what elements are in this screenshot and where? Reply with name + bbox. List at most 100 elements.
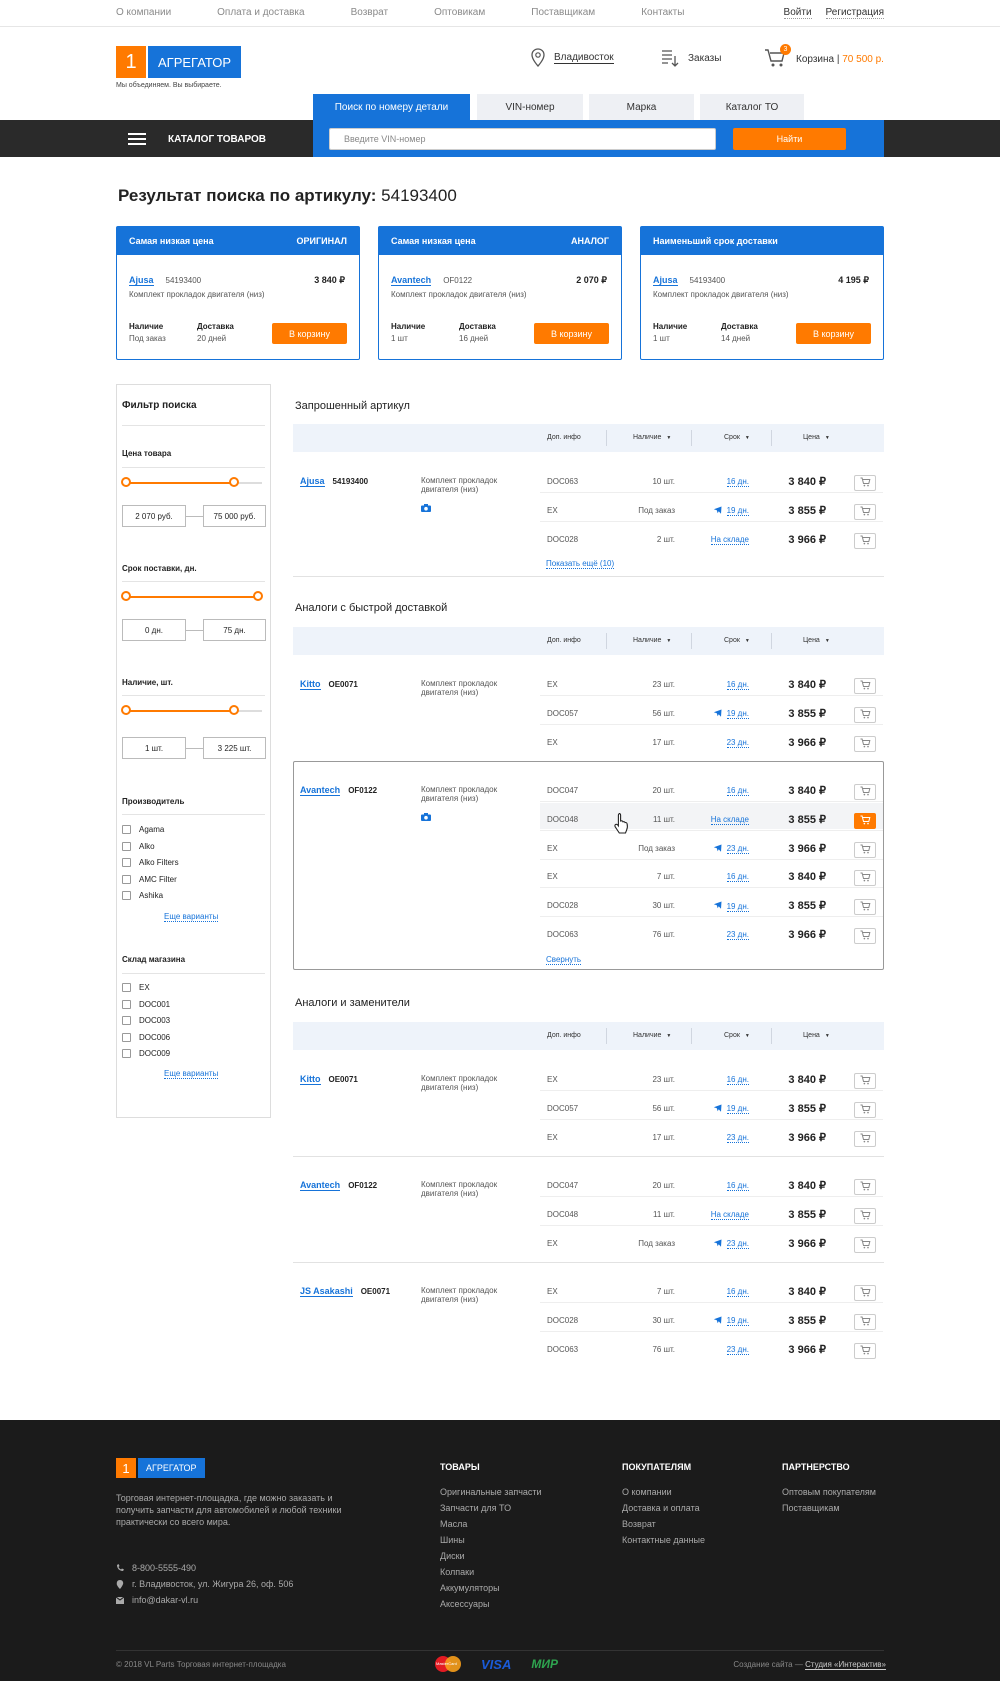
add-to-cart-icon-button[interactable] — [854, 1101, 876, 1118]
column-stock[interactable]: Наличие ▼ — [633, 434, 671, 441]
price-slider-min-handle[interactable] — [121, 477, 131, 487]
stock-to-input[interactable]: 3 225 шт. — [203, 737, 266, 759]
brand-link[interactable]: Avantech — [300, 785, 341, 796]
checkbox[interactable] — [122, 1032, 131, 1042]
add-to-cart-icon-button[interactable] — [854, 1207, 876, 1224]
add-to-cart-icon-button[interactable] — [854, 1073, 876, 1089]
checkbox[interactable] — [122, 891, 131, 900]
add-to-cart-icon-button[interactable] — [854, 784, 876, 800]
makers-more-link[interactable]: Еще варианты — [164, 912, 219, 922]
add-to-cart-icon-button[interactable] — [854, 841, 876, 858]
term-slider-min-handle[interactable] — [121, 591, 131, 601]
add-to-cart-icon-button[interactable] — [854, 928, 876, 944]
column-price[interactable]: Цена ▼ — [803, 434, 830, 441]
checkbox-item[interactable]: EX — [122, 983, 170, 992]
stock-from-input[interactable]: 1 шт. — [122, 737, 186, 759]
toggle-more-link[interactable]: Показать ещё (10) — [546, 559, 615, 570]
checkbox-item[interactable]: DOC003 — [122, 1016, 170, 1025]
top-link-about[interactable]: О компании — [116, 7, 171, 18]
add-to-cart-icon-button[interactable] — [854, 1313, 876, 1330]
checkbox[interactable] — [122, 825, 131, 834]
brand-link[interactable]: Kitto — [300, 679, 321, 690]
card-brand-link[interactable]: Ajusa — [129, 275, 154, 286]
tab-brand[interactable]: Марка — [589, 94, 694, 120]
stores-more-link[interactable]: Еще варианты — [164, 1069, 219, 1079]
search-input[interactable]: Введите VIN-номер — [329, 128, 716, 150]
footer-link[interactable]: Аккумуляторы — [440, 1580, 542, 1596]
footer-link[interactable]: Диски — [440, 1548, 542, 1564]
footer-link[interactable]: Аксессуары — [440, 1596, 542, 1612]
add-to-cart-icon-button[interactable] — [854, 475, 876, 491]
cart-link[interactable]: 3 Корзина | 70 500 р. — [764, 44, 884, 71]
add-to-cart-button[interactable]: В корзину — [272, 323, 347, 344]
card-brand-link[interactable]: Avantech — [391, 275, 432, 286]
brand-link[interactable]: JS Asakashi — [300, 1286, 353, 1297]
footer-link[interactable]: Оптовым покупателям — [782, 1484, 876, 1500]
add-to-cart-button[interactable]: В корзину — [534, 323, 609, 344]
add-to-cart-icon-button[interactable] — [854, 1130, 876, 1147]
checkbox-item[interactable]: DOC001 — [122, 999, 170, 1009]
column-term[interactable]: Срок ▼ — [724, 434, 750, 441]
column-stock[interactable]: Наличие ▼ — [633, 1032, 671, 1039]
logo[interactable]: 1 АГРЕГАТОР Мы объединяем. Вы выбираете. — [116, 46, 242, 89]
footer-link[interactable]: Колпаки — [440, 1564, 542, 1580]
footer-link[interactable]: Контактные данные — [622, 1532, 705, 1548]
add-to-cart-icon-button[interactable] — [854, 1179, 876, 1195]
stock-slider-max-handle[interactable] — [229, 705, 239, 715]
footer-email[interactable]: info@dakar-vl.ru — [132, 1592, 198, 1608]
footer-phone[interactable]: 8-800-5555-490 — [132, 1560, 196, 1576]
add-to-cart-icon-button[interactable] — [854, 678, 876, 694]
checkbox-item[interactable]: Agama — [122, 825, 179, 834]
stock-slider-min-handle[interactable] — [121, 705, 131, 715]
term-slider-max-handle[interactable] — [253, 591, 263, 601]
checkbox[interactable] — [122, 983, 131, 992]
add-to-cart-icon-button[interactable] — [854, 870, 876, 887]
column-term[interactable]: Срок ▼ — [724, 1032, 750, 1039]
catalog-menu[interactable]: КАТАЛОГ ТОВАРОВ — [128, 133, 266, 145]
brand-link[interactable]: Avantech — [300, 1180, 341, 1191]
add-to-cart-icon-button[interactable] — [854, 1342, 876, 1359]
checkbox-item[interactable]: Alko — [122, 841, 179, 851]
top-link-contacts[interactable]: Контакты — [641, 7, 684, 18]
top-link-return[interactable]: Возврат — [351, 7, 389, 18]
price-slider-max-handle[interactable] — [229, 477, 239, 487]
checkbox-item[interactable]: AMC Filter — [122, 874, 179, 884]
search-button[interactable]: Найти — [733, 128, 846, 150]
add-to-cart-icon-button[interactable] — [854, 706, 876, 723]
checkbox[interactable] — [122, 858, 131, 867]
price-to-input[interactable]: 75 000 руб. — [203, 505, 266, 527]
studio-link[interactable]: Студия «Интерактив» — [805, 1660, 886, 1670]
footer-link[interactable]: Оригинальные запчасти — [440, 1484, 542, 1500]
checkbox[interactable] — [122, 874, 131, 884]
add-to-cart-icon-button[interactable] — [854, 503, 876, 520]
top-link-wholesale[interactable]: Оптовикам — [434, 7, 485, 18]
checkbox[interactable] — [122, 1049, 131, 1058]
column-price[interactable]: Цена ▼ — [803, 1032, 830, 1039]
top-link-payment[interactable]: Оплата и доставка — [217, 7, 304, 18]
card-brand-link[interactable]: Ajusa — [653, 275, 678, 286]
add-to-cart-icon-button[interactable] — [854, 1285, 876, 1301]
register-link[interactable]: Регистрация — [825, 7, 884, 19]
add-to-cart-icon-button[interactable] — [854, 812, 876, 829]
footer-link[interactable]: Масла — [440, 1516, 542, 1532]
tab-part-number[interactable]: Поиск по номеру детали — [313, 94, 470, 120]
footer-link[interactable]: Доставка и оплата — [622, 1500, 705, 1516]
add-to-cart-button[interactable]: В корзину — [796, 323, 871, 344]
add-to-cart-icon-button[interactable] — [854, 899, 876, 916]
top-link-suppliers[interactable]: Поставщикам — [531, 7, 595, 18]
orders-link[interactable]: Заказы — [660, 48, 721, 68]
toggle-more-link[interactable]: Свернуть — [546, 955, 582, 965]
tab-vin[interactable]: VIN-номер — [477, 94, 583, 120]
camera-icon[interactable] — [421, 813, 431, 823]
column-price[interactable]: Цена ▼ — [803, 637, 830, 644]
footer-logo[interactable]: 1 АГРЕГАТОР — [116, 1458, 205, 1478]
brand-link[interactable]: Kitto — [300, 1074, 321, 1085]
footer-link[interactable]: Возврат — [622, 1516, 705, 1532]
checkbox-item[interactable]: Ashika — [122, 891, 179, 900]
add-to-cart-icon-button[interactable] — [854, 532, 876, 549]
camera-icon[interactable] — [421, 504, 431, 514]
footer-link[interactable]: Запчасти для ТО — [440, 1500, 542, 1516]
checkbox-item[interactable]: DOC006 — [122, 1032, 170, 1042]
checkbox[interactable] — [122, 841, 131, 851]
checkbox-item[interactable]: Alko Filters — [122, 858, 179, 867]
